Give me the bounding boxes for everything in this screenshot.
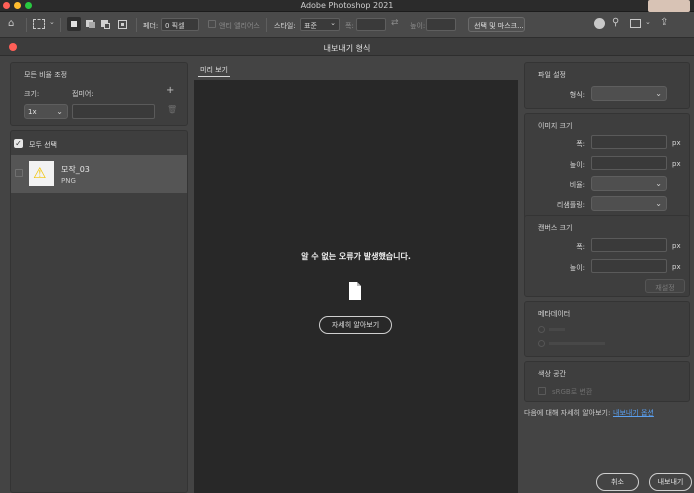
workspace-icon[interactable] [630, 19, 641, 28]
suffix-label: 접미어: [72, 90, 94, 98]
warning-icon: ⚠ [33, 164, 47, 182]
reset-button[interactable]: 재설정 [645, 279, 685, 293]
metadata-option-label [549, 328, 565, 331]
size-label: 크기: [24, 90, 40, 98]
chevron-down-icon[interactable]: ⌄ [645, 18, 651, 26]
style-label: 스타일: [274, 22, 296, 30]
width-label: 폭: [345, 22, 354, 30]
share-icon[interactable]: ⇪ [660, 17, 668, 28]
tab-preview[interactable]: 미리 보기 [200, 65, 228, 75]
export-as-dialog: 내보내기 형식 모든 비율 조정 크기: 접미어: + 1x ⌄ 🗑 ✓ 모두 … [0, 38, 694, 493]
add-scale-icon[interactable]: + [166, 85, 174, 96]
canvas-width-unit: px [672, 242, 681, 250]
search-icon[interactable]: ⚲ [612, 17, 619, 28]
scale-select[interactable]: 1x ⌄ [24, 104, 68, 119]
app-title: Adobe Photoshop 2021 [300, 1, 394, 10]
canvas-height-unit: px [672, 263, 681, 271]
chevron-down-icon: ⌄ [655, 179, 662, 188]
scale-all-panel: 모든 비율 조정 크기: 접미어: + 1x ⌄ 🗑 [10, 62, 188, 126]
height-label: 높이: [410, 22, 426, 30]
user-icon[interactable] [594, 18, 605, 29]
canvas-width-input[interactable] [591, 238, 667, 252]
resample-label: 리샘플링: [556, 201, 585, 209]
learn-more-text: 다음에 대해 자세히 알아보기: [524, 409, 611, 417]
canvas-height-label: 높이: [569, 264, 585, 272]
learn-more-button[interactable]: 자세히 알아보기 [319, 316, 392, 334]
height-unit: px [672, 160, 681, 168]
format-label: 형식: [569, 91, 585, 99]
srgb-label: sRGB로 변환 [552, 388, 593, 396]
chevron-down-icon: ⌄ [330, 19, 336, 27]
feather-input[interactable]: 0 픽셀 [161, 18, 199, 31]
width-input[interactable] [591, 135, 667, 149]
asset-format: PNG [61, 177, 76, 185]
metadata-heading: 메타데이터 [538, 310, 571, 318]
error-message: 알 수 없는 오류가 발생했습니다. [301, 252, 411, 261]
file-settings-panel: 파일 설정 형식: ⌄ [524, 62, 690, 109]
scale-label: 비율: [569, 181, 585, 189]
home-icon[interactable]: ⌂ [8, 18, 14, 29]
select-mask-button[interactable]: 선택 및 마스크... [468, 17, 525, 32]
trash-icon[interactable]: 🗑 [167, 105, 177, 114]
metadata-panel: 메타데이터 [524, 301, 690, 357]
metadata-radio-copyright[interactable] [538, 340, 545, 347]
chevron-down-icon: ⌄ [655, 89, 662, 98]
feather-label: 페더: [143, 22, 159, 30]
height-input[interactable] [426, 18, 456, 31]
width-unit: px [672, 139, 681, 147]
chevron-down-icon[interactable]: ⌄ [49, 18, 55, 26]
intersect-selection-icon[interactable] [118, 20, 127, 29]
height-label: 높이: [569, 161, 585, 169]
antialias-label: 앤티 앨리어스 [219, 22, 260, 30]
chevron-down-icon: ⌄ [655, 199, 662, 208]
dialog-title: 내보내기 형식 [323, 44, 371, 53]
height-input[interactable] [591, 156, 667, 170]
style-select[interactable]: 표준 ⌄ [300, 18, 340, 31]
preview-area: 알 수 없는 오류가 발생했습니다. 자세히 알아보기 [194, 80, 518, 493]
color-space-panel: 색상 공간 sRGB로 변환 [524, 361, 690, 402]
select-all-label: 모두 선택 [29, 141, 57, 149]
scale-all-heading: 모든 비율 조정 [24, 71, 68, 79]
image-size-heading: 이미지 크기 [538, 122, 573, 130]
file-settings-heading: 파일 설정 [538, 71, 566, 79]
metadata-option-label [549, 342, 605, 345]
suffix-input[interactable] [72, 104, 155, 119]
thumbnail-icon [648, 0, 690, 12]
options-bar: ⌂ ⌄ 페더: 0 픽셀 앤티 앨리어스 스타일: 표준 ⌄ 폭: ⇄ 높이: 선… [0, 12, 694, 38]
metadata-radio-none[interactable] [538, 326, 545, 333]
srgb-checkbox[interactable] [538, 387, 546, 395]
asset-thumbnail: ⚠ [29, 161, 54, 186]
mac-title-bar: Adobe Photoshop 2021 [0, 0, 694, 12]
color-space-heading: 색상 공간 [538, 370, 566, 378]
antialias-checkbox[interactable] [208, 20, 216, 28]
canvas-height-input[interactable] [591, 259, 667, 273]
image-size-panel: 이미지 크기 폭: px 높이: px 비율: ⌄ 리샘플링: ⌄ [524, 113, 690, 219]
select-all-checkbox[interactable]: ✓ [14, 139, 23, 148]
canvas-width-label: 폭: [576, 243, 585, 251]
dialog-title-bar: 내보내기 형식 [0, 38, 694, 56]
new-selection-button[interactable] [67, 17, 81, 31]
cancel-button[interactable]: 취소 [596, 473, 639, 491]
asset-name: 모작_03 [61, 165, 90, 174]
swap-icon[interactable]: ⇄ [391, 18, 399, 28]
asset-row[interactable]: ⚠ 모작_03 PNG [11, 155, 187, 193]
asset-checkbox[interactable] [15, 169, 23, 177]
canvas-size-heading: 캔버스 크기 [538, 224, 573, 232]
assets-panel: ✓ 모두 선택 ⚠ 모작_03 PNG [10, 130, 188, 493]
width-label: 폭: [576, 140, 585, 148]
format-select[interactable]: ⌄ [591, 86, 667, 101]
chevron-down-icon: ⌄ [56, 107, 63, 116]
canvas-size-panel: 캔버스 크기 폭: px 높이: px 재설정 [524, 215, 690, 297]
resample-select[interactable]: ⌄ [591, 196, 667, 211]
export-button[interactable]: 내보내기 [649, 473, 692, 491]
tab-underline [198, 76, 230, 77]
scale-percent-select[interactable]: ⌄ [591, 176, 667, 191]
export-options-link[interactable]: 내보내기 옵션 [613, 408, 654, 418]
file-icon [347, 281, 363, 301]
width-input[interactable] [356, 18, 386, 31]
marquee-tool-icon[interactable] [33, 19, 45, 29]
